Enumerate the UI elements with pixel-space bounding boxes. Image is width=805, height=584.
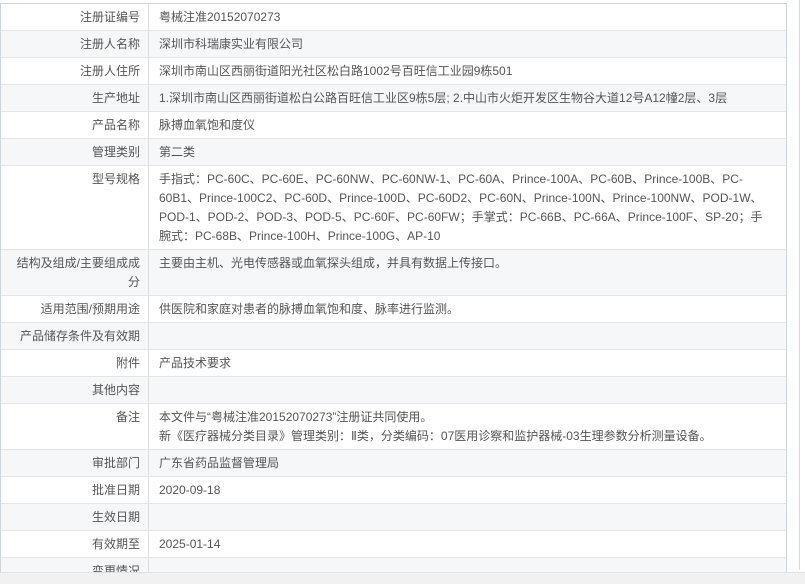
row-value: 第二类 <box>159 145 196 159</box>
row-label: 结构及组成/主要组成成分 <box>1 250 149 295</box>
row-label: 批准日期 <box>1 477 149 503</box>
table-row-cert-number: 注册证编号 粤械注准20152070273 <box>1 4 786 31</box>
row-value: 供医院和家庭对患者的脉搏血氧饱和度、脉率进行监测。 <box>159 302 460 316</box>
row-label: 型号规格 <box>1 166 149 249</box>
row-value: 2025-01-14 <box>159 537 221 551</box>
row-label: 产品名称 <box>1 112 149 138</box>
row-label: 注册证编号 <box>1 4 149 30</box>
table-row-approval-department: 审批部门 广东省药品监督管理局 <box>1 450 786 477</box>
row-value: 手指式：PC-60C、PC-60E、PC-60NW、PC-60NW-1、PC-6… <box>159 172 763 243</box>
registration-detail-page: 注册证编号 粤械注准20152070273 注册人名称 深圳市科瑞康实业有限公司… <box>0 0 805 584</box>
row-label: 备注 <box>1 404 149 449</box>
row-label: 适用范围/预期用途 <box>1 296 149 322</box>
row-label: 注册人名称 <box>1 31 149 57</box>
table-row-management-category: 管理类别 第二类 <box>1 139 786 166</box>
table-row-other-content: 其他内容 <box>1 377 786 404</box>
table-row-remarks: 备注 本文件与“粤械注准20152070273”注册证共同使用。 新《医疗器械分… <box>1 404 786 450</box>
row-label: 其他内容 <box>1 377 149 403</box>
table-row-registrant-address: 注册人住所 深圳市南山区西丽街道阳光社区松白路1002号百旺信工业园9栋501 <box>1 58 786 85</box>
row-value <box>149 323 786 349</box>
table-row-model-spec: 型号规格 手指式：PC-60C、PC-60E、PC-60NW、PC-60NW-1… <box>1 166 786 250</box>
row-value: 产品技术要求 <box>159 356 232 370</box>
row-value: 脉搏血氧饱和度仪 <box>159 118 256 132</box>
page-footer-background <box>0 572 805 584</box>
table-row-attachment: 附件 产品技术要求 <box>1 350 786 377</box>
table-row-storage-conditions: 产品储存条件及有效期 <box>1 323 786 350</box>
row-label: 管理类别 <box>1 139 149 165</box>
row-label: 审批部门 <box>1 450 149 476</box>
row-label: 注册人住所 <box>1 58 149 84</box>
table-row-structure-composition: 结构及组成/主要组成成分 主要由主机、光电传感器或血氧探头组成，并具有数据上传接… <box>1 250 786 296</box>
row-value: 主要由主机、光电传感器或血氧探头组成，并具有数据上传接口。 <box>159 256 508 270</box>
table-row-product-name: 产品名称 脉搏血氧饱和度仪 <box>1 112 786 139</box>
row-value <box>149 504 786 530</box>
row-value <box>149 377 786 403</box>
row-label: 有效期至 <box>1 531 149 557</box>
table-row-registrant-name: 注册人名称 深圳市科瑞康实业有限公司 <box>1 31 786 58</box>
table-row-effective-date: 生效日期 <box>1 504 786 531</box>
row-value: 2020-09-18 <box>159 483 221 497</box>
row-label: 生效日期 <box>1 504 149 530</box>
row-value: 1.深圳市南山区西丽街道松白公路百旺信工业区9栋5层; 2.中山市火炬开发区生物… <box>159 91 728 105</box>
row-value: 粤械注准20152070273 <box>159 10 281 24</box>
row-value: 深圳市南山区西丽街道阳光社区松白路1002号百旺信工业园9栋501 <box>159 64 513 78</box>
row-label: 生产地址 <box>1 85 149 111</box>
row-label: 产品储存条件及有效期 <box>1 323 149 349</box>
row-value: 本文件与“粤械注准20152070273”注册证共同使用。 新《医疗器械分类目录… <box>159 410 712 443</box>
row-value: 深圳市科瑞康实业有限公司 <box>159 37 304 51</box>
table-row-intended-use: 适用范围/预期用途 供医院和家庭对患者的脉搏血氧饱和度、脉率进行监测。 <box>1 296 786 323</box>
table-row-approval-date: 批准日期 2020-09-18 <box>1 477 786 504</box>
row-value: 广东省药品监督管理局 <box>159 456 280 470</box>
table-row-expiry-date: 有效期至 2025-01-14 <box>1 531 786 558</box>
registration-detail-table: 注册证编号 粤械注准20152070273 注册人名称 深圳市科瑞康实业有限公司… <box>0 3 787 584</box>
row-label: 附件 <box>1 350 149 376</box>
right-edge-divider <box>799 0 800 570</box>
table-row-production-address: 生产地址 1.深圳市南山区西丽街道松白公路百旺信工业区9栋5层; 2.中山市火炬… <box>1 85 786 112</box>
